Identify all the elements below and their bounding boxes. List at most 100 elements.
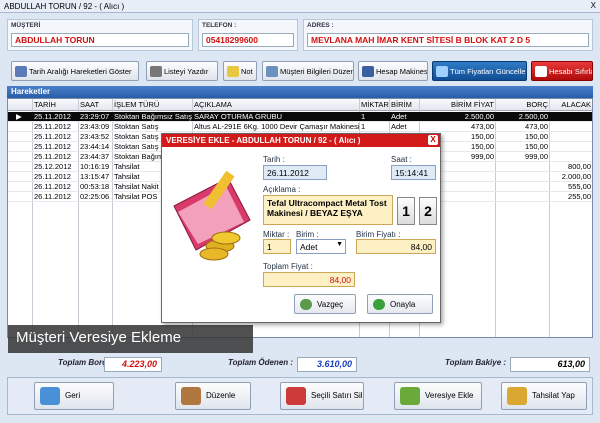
table-row[interactable]: 25.11.2012 23:43:09 Stoktan Satış Altus AL-… xyxy=(8,122,592,132)
calendar-icon xyxy=(15,66,27,77)
cell-tarih: 25.11.2012 xyxy=(34,132,71,141)
cancel-button[interactable]: Vazgeç xyxy=(294,294,356,314)
col-saat[interactable]: SAAT xyxy=(80,100,99,109)
col-miktar[interactable]: MİKTAR xyxy=(361,100,389,109)
cell-borc: 999,00 xyxy=(525,152,548,161)
cell-tarih: 25.11.2012 xyxy=(34,122,71,131)
date-range-button[interactable]: Tarih Aralığı Hareketleri Göster xyxy=(11,61,139,81)
check-icon xyxy=(373,299,385,310)
delete-row-button[interactable]: Seçili Satırı Sil xyxy=(280,382,364,410)
reset-account-button[interactable]: Hesabı Sıfırla xyxy=(531,61,593,81)
unit-label: Birim : xyxy=(296,230,319,239)
print-list-button[interactable]: Listeyi Yazdır xyxy=(146,61,218,81)
note-button[interactable]: Not xyxy=(223,61,257,81)
chevron-down-icon: ▼ xyxy=(336,241,343,248)
cell-saat: 23:43:09 xyxy=(80,122,110,131)
toolbar: Tarih Aralığı Hareketleri Göster Listeyi… xyxy=(0,61,600,85)
total-price-label: Toplam Fiyat : xyxy=(263,262,313,271)
quantity-field[interactable]: 1 xyxy=(263,239,291,254)
quantity-label: Miktar : xyxy=(263,230,290,239)
cell-borc: 473,00 xyxy=(525,122,548,131)
cell-aciklama: SARAY OTURMA GRUBU xyxy=(194,112,283,121)
add-credit-dialog: VERESİYE EKLE - ABDULLAH TORUN / 92 - ( … xyxy=(161,133,441,323)
table-row[interactable]: ▶ 25.11.2012 23:29:07 Stoktan Bağımsız Satı… xyxy=(8,112,592,122)
cell-tarih: 26.11.2012 xyxy=(34,182,71,191)
add-credit-button[interactable]: Veresiye Ekle xyxy=(394,382,482,410)
cell-tarih: 25.11.2012 xyxy=(34,142,71,151)
cell-alacak: 800,00 xyxy=(568,162,591,171)
cell-saat: 23:44:37 xyxy=(80,152,110,161)
movements-header: Hareketler xyxy=(7,86,593,98)
collect-payment-button[interactable]: Tahsilat Yap xyxy=(501,382,587,410)
phone-field[interactable]: 05418299600 xyxy=(202,33,294,47)
dialog-titlebar: VERESİYE EKLE - ABDULLAH TORUN / 92 - ( … xyxy=(162,134,440,147)
customer-label: MÜŞTERİ xyxy=(11,22,41,29)
cell-borc: 150,00 xyxy=(525,132,548,141)
description-field[interactable]: Tefal Ultracompact Metal Tost Makinesi /… xyxy=(263,195,393,225)
row-indicator-icon: ▶ xyxy=(16,112,22,121)
col-aciklama[interactable]: AÇIKLAMA xyxy=(194,100,232,109)
total-paid-label: Toplam Ödenen : xyxy=(228,358,294,367)
total-debt-label: Toplam Borç: xyxy=(58,358,110,367)
total-paid-value: 3.610,00 xyxy=(297,357,357,372)
cell-saat: 10:16:19 xyxy=(80,162,110,171)
col-birim[interactable]: BİRİM xyxy=(391,100,412,109)
add-document-icon xyxy=(400,387,420,405)
calculator-button[interactable]: Hesap Makinesi xyxy=(358,61,428,81)
cell-saat: 23:44:14 xyxy=(80,142,110,151)
cell-miktar: 1 xyxy=(361,112,366,121)
customer-field[interactable]: ABDULLAH TORUN xyxy=(11,33,189,47)
window-close-button[interactable]: X xyxy=(591,1,596,10)
total-debt-value: 4.223,00 xyxy=(104,357,162,372)
unit-select[interactable]: Adet ▼ xyxy=(296,239,346,254)
cell-alacak: 2.000,00 xyxy=(561,172,591,181)
edit-button[interactable]: Düzenle xyxy=(175,382,251,410)
col-alacak[interactable]: ALACAK xyxy=(550,100,591,109)
cell-fiyat: 2.500,00 xyxy=(464,112,494,121)
col-borc[interactable]: BORÇ xyxy=(496,100,548,109)
time-label: Saat : xyxy=(391,155,412,164)
note-icon xyxy=(227,66,239,77)
sort-icon xyxy=(436,66,448,77)
window-titlebar: ABDULLAH TORUN / 92 - ( Alıcı ) X xyxy=(0,0,600,13)
back-button[interactable]: Geri xyxy=(34,382,114,410)
calculator-icon xyxy=(362,66,374,77)
cell-saat: 13:15:47 xyxy=(80,172,110,181)
notebook-coins-icon xyxy=(173,170,251,261)
update-prices-button[interactable]: Tüm Fiyatları Güncelle xyxy=(432,61,527,81)
printer-icon xyxy=(150,66,162,77)
cell-tarih: 25.12.2012 xyxy=(34,162,72,171)
col-islem[interactable]: İŞLEM TÜRÜ xyxy=(114,100,159,109)
unit-price-label: Birim Fiyatı : xyxy=(356,230,401,239)
preset-2-button[interactable]: 2 xyxy=(419,197,437,225)
col-tarih[interactable]: TARİH xyxy=(34,100,56,109)
cell-saat: 23:43:52 xyxy=(80,132,110,141)
edit-icon xyxy=(181,387,201,405)
total-price-field[interactable]: 84,00 xyxy=(263,272,355,287)
cell-miktar: 1 xyxy=(361,122,366,131)
preset-1-button[interactable]: 1 xyxy=(397,197,415,225)
time-field[interactable]: 15:14:41 xyxy=(391,165,436,180)
confirm-button[interactable]: Onayla xyxy=(367,294,433,314)
address-field[interactable]: MEVLANA MAH İMAR KENT SİTESİ B BLOK KAT … xyxy=(307,33,589,47)
address-label: ADRES : xyxy=(307,22,334,29)
arrow-left-icon xyxy=(40,387,60,405)
col-birim-fiyat[interactable]: BİRİM FİYAT xyxy=(421,100,494,109)
cell-alacak: 555,00 xyxy=(568,182,591,191)
person-money-icon xyxy=(507,387,527,405)
phone-label: TELEFON : xyxy=(202,22,237,29)
date-field[interactable]: 26.11.2012 xyxy=(263,165,327,180)
cell-fiyat: 473,00 xyxy=(471,122,494,131)
total-balance-value: 613,00 xyxy=(510,357,590,372)
cell-tarih: 25.11.2012 xyxy=(34,172,71,181)
customer-box: MÜŞTERİ ABDULLAH TORUN xyxy=(7,19,193,51)
cell-tur: Stoktan Bağımsız Satış xyxy=(114,112,192,121)
edit-customer-button[interactable]: Müşteri Bilgileri Düzenle xyxy=(262,61,354,81)
total-balance-label: Toplam Bakiye : xyxy=(445,358,507,367)
dialog-close-button[interactable]: X xyxy=(428,135,438,145)
grid-header: TARİH SAAT İŞLEM TÜRÜ AÇIKLAMA MİKTAR Bİ… xyxy=(8,99,592,111)
cell-saat: 00:53:18 xyxy=(80,182,110,191)
unit-price-field[interactable]: 84,00 xyxy=(356,239,436,254)
caption-banner: Müşteri Veresiye Ekleme xyxy=(8,325,253,353)
window-title: ABDULLAH TORUN / 92 - ( Alıcı ) xyxy=(4,2,125,11)
